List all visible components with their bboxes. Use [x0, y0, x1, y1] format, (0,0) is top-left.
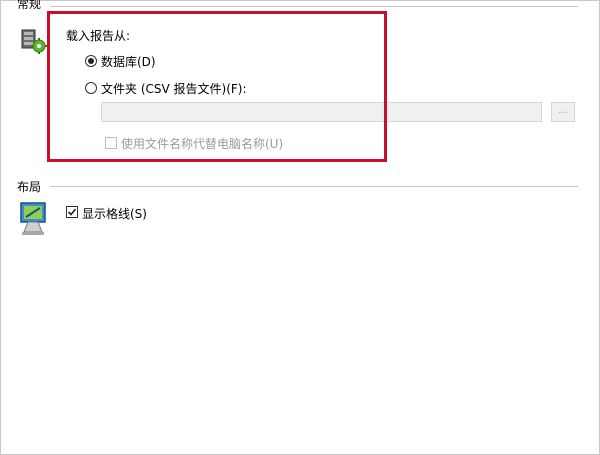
layout-section-separator [50, 186, 578, 187]
show-gridlines-checkbox[interactable] [66, 206, 78, 218]
highlight-box [47, 11, 387, 162]
general-section-separator [50, 6, 578, 7]
server-icon [18, 27, 48, 55]
show-gridlines-label[interactable]: 显示格线(S) [82, 205, 147, 222]
browse-button[interactable]: ... [551, 102, 575, 122]
layout-section-title: 布局 [17, 180, 42, 194]
general-section-title: 常规 [17, 0, 42, 11]
monitor-icon [16, 200, 50, 236]
check-icon [67, 208, 77, 216]
